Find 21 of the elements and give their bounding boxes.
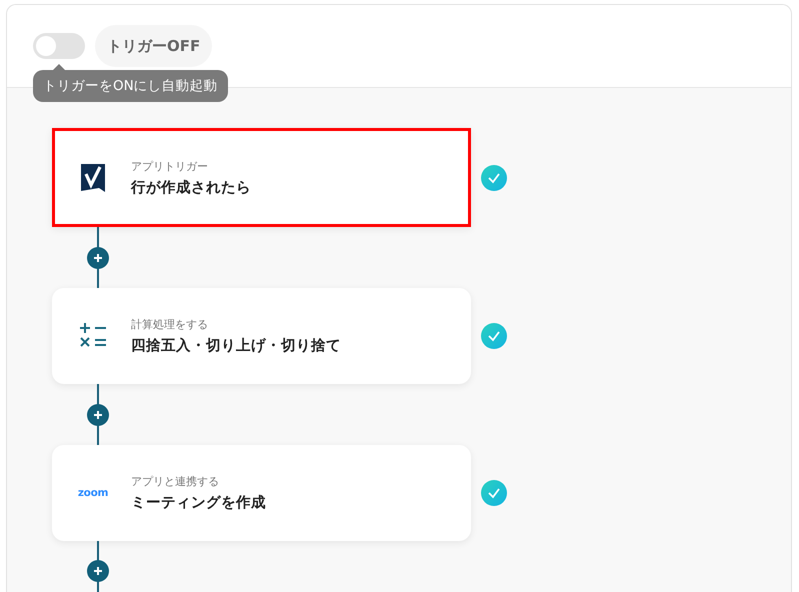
step-category: 計算処理をする xyxy=(131,317,209,332)
step-card[interactable]: 計算処理をする 四捨五入・切り上げ・切り捨て xyxy=(52,288,471,384)
add-step-button[interactable] xyxy=(87,247,109,269)
plus-icon xyxy=(93,253,103,263)
step-category: アプリと連携する xyxy=(131,474,220,489)
step-title: ミーティングを作成 xyxy=(131,494,266,512)
step-card[interactable]: アプリトリガー 行が作成されたら xyxy=(52,128,471,227)
step-title: 行が作成されたら xyxy=(131,178,251,196)
step-card[interactable]: zoom アプリと連携する ミーティングを作成 xyxy=(52,445,471,541)
step-title: 四捨五入・切り上げ・切り捨て xyxy=(131,336,341,355)
tooltip: トリガーをONにし自動起動 xyxy=(33,64,228,102)
plus-icon xyxy=(93,566,103,576)
calculator-operators-icon xyxy=(79,323,107,349)
checkmark-sheet-icon xyxy=(81,164,105,192)
add-step-button[interactable] xyxy=(87,560,109,582)
plus-icon xyxy=(93,410,103,420)
step-category: アプリトリガー xyxy=(131,158,209,174)
trigger-toggle[interactable] xyxy=(33,33,85,59)
trigger-status: トリガーOFF xyxy=(95,25,212,67)
add-step-button[interactable] xyxy=(87,404,109,426)
zoom-logo: zoom xyxy=(78,487,108,499)
